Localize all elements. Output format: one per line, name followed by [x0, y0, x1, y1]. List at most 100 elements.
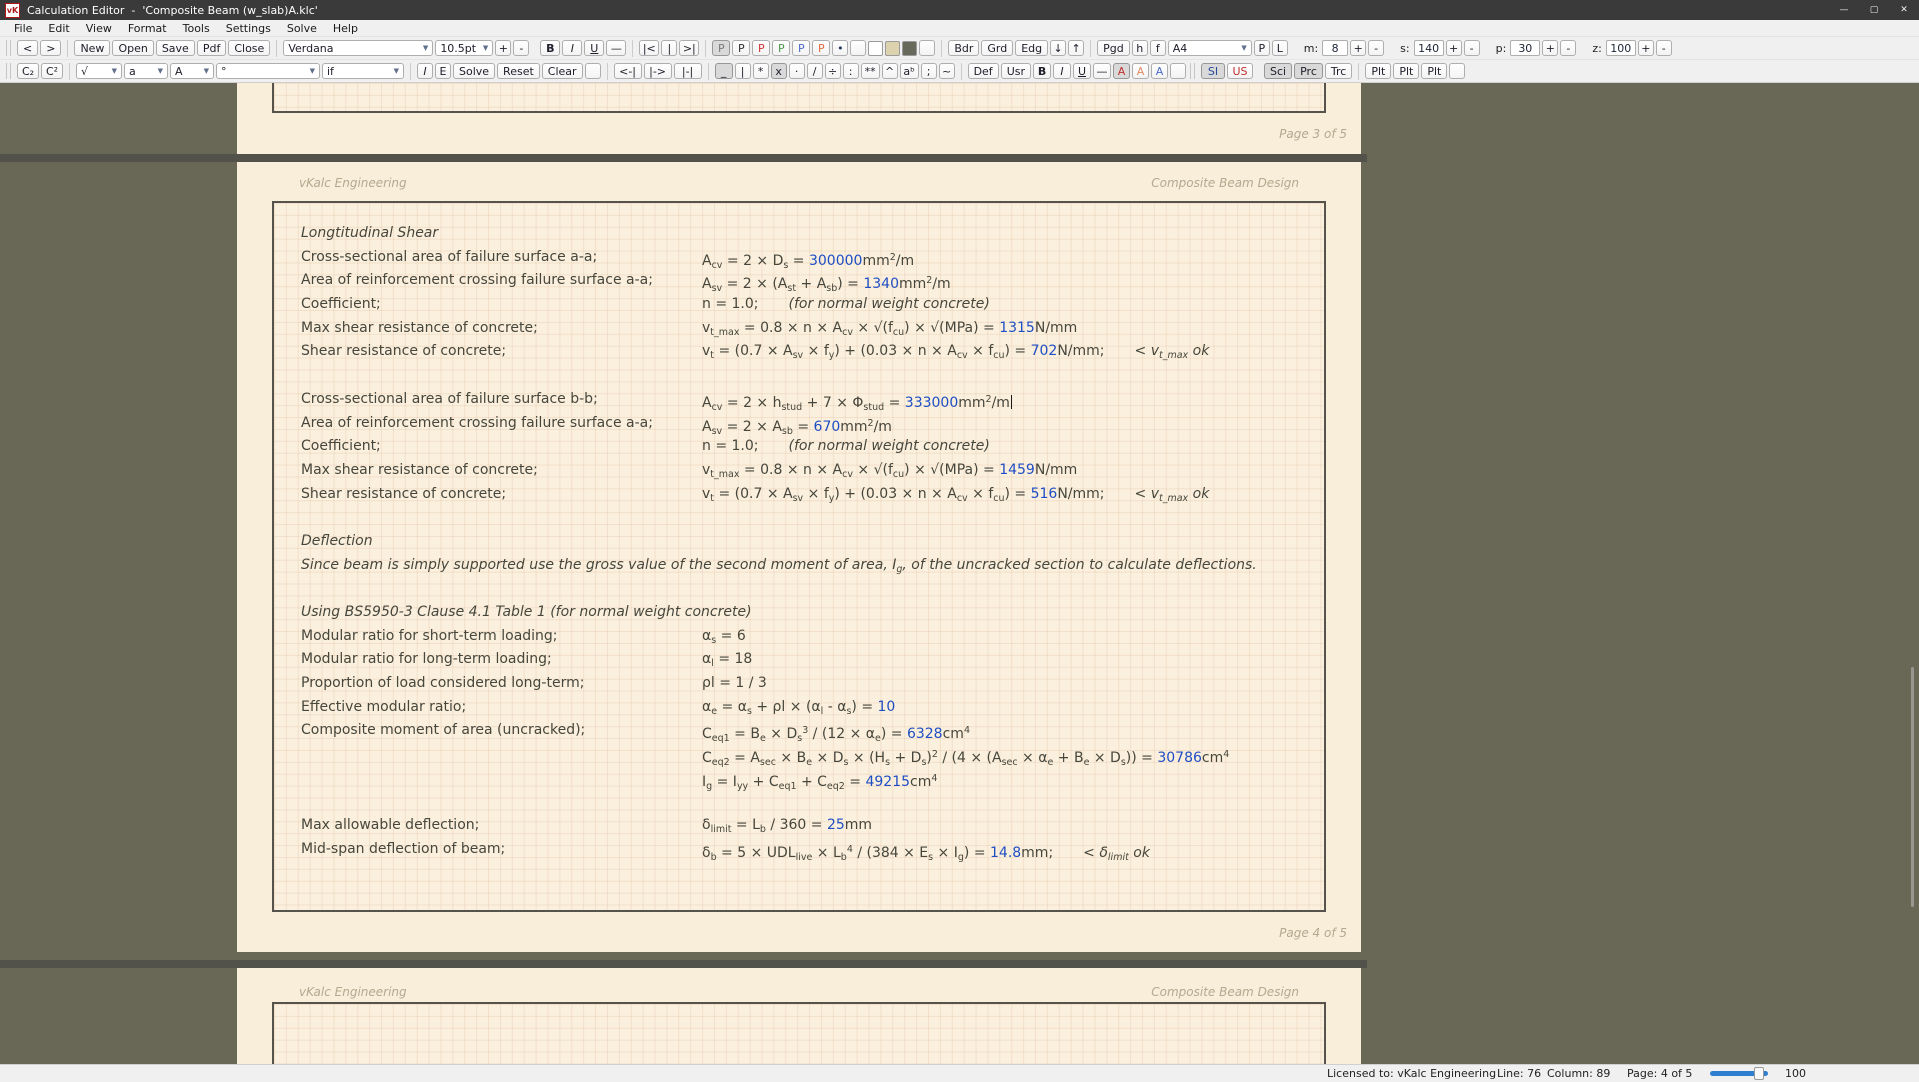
math-bold-button[interactable]: B [1033, 63, 1051, 79]
toolbar-handle[interactable] [6, 63, 11, 79]
blank-button[interactable] [1449, 63, 1465, 79]
slash-operator-button[interactable]: / [807, 63, 823, 79]
page-number-input[interactable]: 30 [1510, 40, 1540, 56]
zoom-increase-button[interactable]: + [1638, 40, 1654, 56]
define-button[interactable]: Def [968, 63, 999, 79]
indent-both-button[interactable]: |-| [674, 63, 702, 79]
double-star-power-button[interactable]: ** [861, 63, 880, 79]
paragraph-style-green-button[interactable]: P [772, 40, 790, 56]
scientific-notation-button[interactable]: Sci [1264, 63, 1292, 79]
doc-row[interactable]: Area of reinforcement crossing failure s… [274, 269, 1324, 293]
caret-power-button[interactable]: ^ [882, 63, 898, 79]
border-button[interactable]: Bdr [948, 40, 979, 56]
page-4-content-box[interactable]: Longtitudinal ShearCross-sectional area … [272, 201, 1326, 912]
zoom-slider-handle[interactable] [1754, 1067, 1764, 1080]
color-swatch-olive[interactable] [902, 41, 917, 56]
page-decrease-button[interactable]: - [1560, 40, 1576, 56]
doc-row[interactable]: Effective modular ratio;αe = αs + ρl × (… [274, 696, 1324, 720]
nav-forward-button[interactable]: > [40, 40, 61, 56]
colon-operator-button[interactable]: : [843, 63, 859, 79]
blank-button[interactable] [585, 63, 601, 79]
doc-row[interactable]: Max allowable deflection;δlimit = Lb / 3… [274, 814, 1324, 838]
tilde-button[interactable]: ~ [939, 63, 955, 79]
doc-row[interactable]: Modular ratio for short-term loading;αs … [274, 625, 1324, 649]
maximize-button[interactable]: ▢ [1859, 0, 1889, 20]
math-italic-button[interactable]: I [1053, 63, 1071, 79]
greek-letter-combo[interactable]: a▼ [124, 63, 168, 79]
align-left-button[interactable]: |< [639, 40, 659, 56]
italic-button[interactable]: I [562, 40, 582, 56]
footer-button[interactable]: f [1150, 40, 1166, 56]
superscript-button[interactable]: C² [41, 63, 63, 79]
header-button[interactable]: h [1132, 40, 1148, 56]
menu-view[interactable]: View [78, 20, 120, 36]
doc-row[interactable]: Max shear resistance of concrete;vt_max … [274, 459, 1324, 483]
page-3-content-box[interactable] [272, 83, 1326, 113]
root-function-combo[interactable]: √▼ [76, 63, 122, 79]
plot-2-button[interactable]: Plt [1393, 63, 1419, 79]
menu-tools[interactable]: Tools [175, 20, 218, 36]
pipe-operator-button[interactable]: | [735, 63, 751, 79]
doc-row[interactable]: Deflection [274, 530, 1324, 554]
menu-solve[interactable]: Solve [279, 20, 325, 36]
spacing-increase-button[interactable]: + [1446, 40, 1462, 56]
pdf-button[interactable]: Pdf [197, 40, 227, 56]
doc-row[interactable]: Shear resistance of concrete;vt = (0.7 ×… [274, 340, 1324, 364]
new-button[interactable]: New [74, 40, 110, 56]
paragraph-style-blue-button[interactable]: P [792, 40, 810, 56]
indent-left-button[interactable]: <-| [614, 63, 642, 79]
page-increase-button[interactable]: + [1542, 40, 1558, 56]
unit-combo[interactable]: °▼ [216, 63, 320, 79]
color-swatch-beige[interactable] [885, 41, 900, 56]
asterisk-operator-button[interactable]: * [753, 63, 769, 79]
doc-row[interactable]: Proportion of load considered long-term;… [274, 672, 1324, 696]
toolbar-handle[interactable] [6, 40, 11, 56]
move-down-button[interactable]: ↓ [1050, 40, 1066, 56]
doc-row[interactable]: Cross-sectional area of failure surface … [274, 388, 1324, 412]
doc-row[interactable]: Coefficient;n = 1.0;(for normal weight c… [274, 293, 1324, 317]
subscript-button[interactable]: C₂ [17, 63, 39, 79]
move-up-button[interactable]: ↑ [1068, 40, 1084, 56]
paragraph-style-black-button[interactable]: P [732, 40, 750, 56]
doc-row[interactable]: Since beam is simply supported use the g… [274, 554, 1324, 578]
zoom-decrease-button[interactable]: - [1656, 40, 1672, 56]
paragraph-style-gray-button[interactable]: P [712, 40, 730, 56]
exponent-style-button[interactable]: aᵇ [900, 63, 919, 79]
symbol-combo[interactable]: A▼ [170, 63, 214, 79]
margin-input[interactable]: 8 [1322, 40, 1348, 56]
margin-increase-button[interactable]: + [1350, 40, 1366, 56]
paper-size-combo[interactable]: A4▼ [1168, 40, 1252, 56]
paragraph-style-red-button[interactable]: P [752, 40, 770, 56]
strikethrough-button[interactable]: — [606, 40, 626, 56]
open-button[interactable]: Open [112, 40, 153, 56]
doc-row[interactable]: Ceq2 = Asec × Be × Ds × (Hs + Ds)2 / (4 … [274, 743, 1324, 767]
portrait-button[interactable]: P [1254, 40, 1270, 56]
font-family-combo[interactable]: Verdana▼ [283, 40, 433, 56]
doc-row[interactable]: Composite moment of area (uncracked);Ceq… [274, 719, 1324, 743]
doc-row[interactable]: Ig = Iyy + Ceq1 + Ceq2 = 49215cm4 [274, 767, 1324, 791]
font-size-decrease-button[interactable]: - [513, 40, 529, 56]
trace-button[interactable]: Trc [1325, 63, 1352, 79]
doc-row[interactable]: Max shear resistance of concrete;vt_max … [274, 317, 1324, 341]
doc-row[interactable]: Area of reinforcement crossing failure s… [274, 412, 1324, 436]
clear-button[interactable]: Clear [542, 63, 583, 79]
paragraph-style-orange-button[interactable]: P [812, 40, 830, 56]
bullet-button[interactable]: • [832, 40, 848, 56]
doc-row[interactable]: Mid-span deflection of beam;δb = 5 × UDL… [274, 838, 1324, 862]
font-size-increase-button[interactable]: + [495, 40, 511, 56]
page-setup-button[interactable]: Pgd [1097, 40, 1130, 56]
menu-edit[interactable]: Edit [40, 20, 77, 36]
save-button[interactable]: Save [156, 40, 195, 56]
function-combo[interactable]: if▼ [322, 63, 404, 79]
menu-file[interactable]: File [6, 20, 40, 36]
dot-operator-button[interactable]: · [789, 63, 805, 79]
insert-button[interactable]: I [417, 63, 433, 79]
indent-right-button[interactable]: |-> [644, 63, 672, 79]
underline-button[interactable]: U [584, 40, 604, 56]
zoom-input[interactable]: 100 [1606, 40, 1636, 56]
precision-button[interactable]: Prc [1294, 63, 1323, 79]
menu-settings[interactable]: Settings [218, 20, 279, 36]
close-button[interactable]: Close [228, 40, 270, 56]
blank-button[interactable] [1170, 63, 1186, 79]
edge-button[interactable]: Edg [1015, 40, 1048, 56]
